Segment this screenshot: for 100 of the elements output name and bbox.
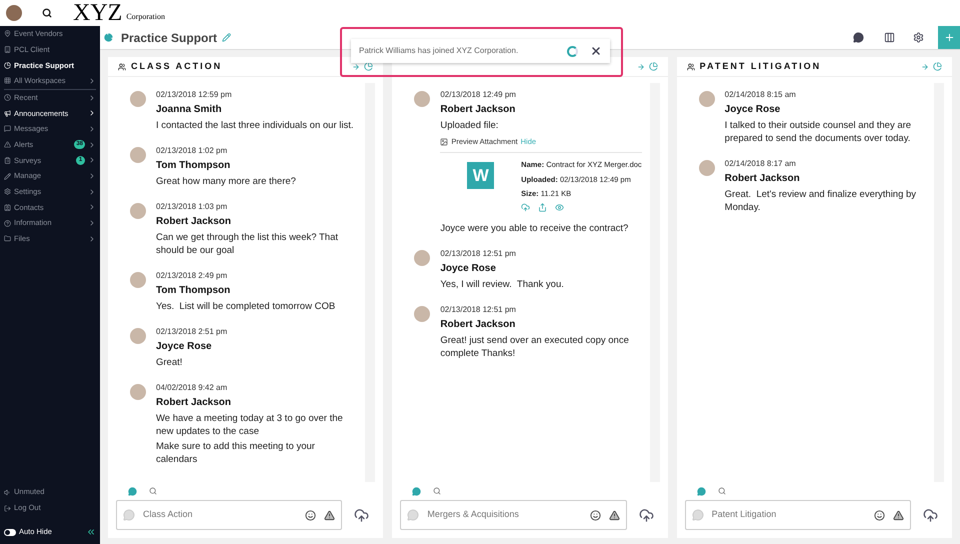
message-author: Joyce Rose [156,340,213,354]
share-icon[interactable] [538,203,548,212]
warning-icon[interactable] [324,510,336,520]
message-text: Great! [156,356,184,369]
speech-bubble-icon [4,125,11,132]
chat-tab-icon[interactable] [412,486,422,496]
message-field[interactable]: Mergers & Acquisitions [400,500,627,530]
message-author: Joanna Smith [156,103,223,117]
message-author: Robert Jackson [440,318,516,332]
settings-icon[interactable] [913,32,924,43]
message-time: 02/14/2018 8:17 am [724,158,797,170]
chat-tab-icon[interactable] [696,486,706,496]
avatar [414,306,430,322]
message-input[interactable]: Class Action [143,508,298,522]
megaphone-icon [4,110,11,117]
chat-icon[interactable] [853,32,864,43]
avatar [130,328,146,344]
logo-subtitle: Corporation [126,11,165,23]
edit-icon[interactable] [222,33,232,42]
message-text: We have a meeting today at 3 to go over the new updates to the case [156,412,344,438]
avatar [414,91,430,107]
logo: XYZ [73,1,122,25]
message-author: Tom Thompson [156,159,232,173]
emoji-icon[interactable] [305,510,316,520]
page-title: Practice Support [121,30,218,46]
group-icon [118,62,126,70]
message-time: 02/13/2018 12:51 pm [440,304,517,316]
arrow-icon[interactable] [352,62,360,70]
avatar [130,91,146,107]
pin-icon [4,30,11,38]
pie-icon[interactable] [648,62,658,71]
avatar [130,272,146,288]
arrow-icon[interactable] [920,62,929,70]
document-icon: W [467,162,494,190]
emoji-icon[interactable] [590,510,601,520]
upload-icon[interactable] [922,508,938,522]
avatar [130,203,146,219]
spinner-icon [567,46,578,56]
toast-message: Patrick Williams has joined XYZ Corporation. [359,45,518,57]
eye-icon[interactable] [555,203,564,212]
message-author: Robert Jackson [724,172,801,186]
plus-icon [944,32,954,43]
collapse-icon[interactable] [86,527,96,537]
columns-icon[interactable] [884,32,895,43]
cloud-icon[interactable] [521,203,530,212]
pencil-icon [4,172,11,180]
pie-icon[interactable] [364,62,374,71]
message-input[interactable]: Mergers & Acquisitions [427,508,582,522]
upload-icon[interactable] [638,508,654,522]
avatar [414,250,430,266]
column-title: CLASS ACTION [131,60,222,73]
search-icon[interactable] [42,8,52,18]
message-time: 02/13/2018 1:02 pm [156,145,228,157]
chat-icon [692,509,704,521]
toggle-switch[interactable] [4,528,16,536]
image-icon [440,138,448,146]
upload-icon[interactable] [354,508,370,522]
avatar [130,384,146,400]
user-avatar[interactable] [6,5,22,21]
avatar [130,147,146,163]
speaker-icon [4,488,11,496]
message-author: Robert Jackson [156,215,232,229]
emoji-icon[interactable] [874,510,885,520]
message-text: Great. Let's review and finalize everything by Monday. [724,188,918,214]
folder-icon [4,235,11,242]
gear-icon [4,188,11,196]
chat-icon [407,509,420,521]
message-time: 02/13/2018 12:59 pm [156,89,233,101]
message-time: 02/13/2018 12:49 pm [440,89,517,101]
message-field[interactable]: Class Action [116,500,342,530]
message-time: 02/14/2018 8:15 am [724,89,797,101]
building-icon [4,46,11,54]
message-time: 04/02/2018 9:42 am [156,382,228,394]
warning-icon[interactable] [892,510,904,520]
message-text: Joyce were you able to receive the contract? [440,222,630,235]
message-text: I contacted the last three individuals on our list. [156,119,355,132]
clipboard-icon [4,156,11,164]
chat-icon [123,509,135,521]
message-author: Tom Thompson [156,284,232,298]
message-field[interactable]: Patent Litigation [684,500,911,530]
chat-tab-icon[interactable] [128,486,137,496]
pie-icon [104,33,113,42]
message-text: Can we get through the list this week? That should be our goal [156,231,340,257]
pie-icon[interactable] [932,62,942,71]
pie-icon [4,62,11,69]
message-text: Yes, I will review. Thank you. [440,278,565,291]
message-author: Joyce Rose [440,262,497,276]
message-text: Yes. List will be completed tomorrow COB [156,300,336,313]
arrow-icon[interactable] [636,62,645,70]
warning-icon[interactable] [608,510,620,520]
avatar [698,160,715,176]
message-author: Robert Jackson [156,396,232,410]
close-icon[interactable] [590,45,602,57]
grid-icon [4,77,11,84]
warning-icon [4,141,11,148]
message-time: 02/13/2018 2:51 pm [156,326,228,338]
message-text: Great! just send over an executed copy once complete Thanks! [440,334,630,360]
message-text: Uploaded file: [440,119,500,132]
avatar [698,91,715,107]
message-input[interactable]: Patent Litigation [712,508,866,522]
